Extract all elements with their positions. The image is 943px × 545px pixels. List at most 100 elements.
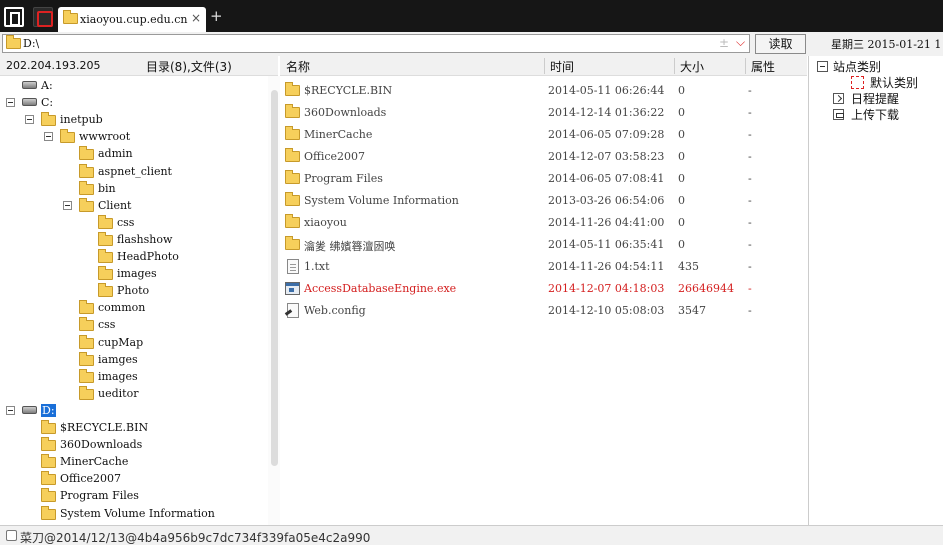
tab-active[interactable]: xiaoyou.cup.edu.cn × — [58, 7, 206, 32]
tree-node[interactable]: inetpub — [0, 112, 268, 129]
tree-node[interactable]: $RECYCLE.BIN — [0, 420, 268, 437]
collapse-icon[interactable] — [6, 405, 15, 415]
folder-icon — [41, 454, 56, 469]
column-name[interactable]: 名称 — [286, 58, 310, 75]
tree-node-label: D: — [41, 403, 56, 417]
drive-icon — [22, 98, 37, 107]
file-size: 0 — [678, 172, 685, 185]
file-row[interactable]: Web.config 2014-12-10 05:08:03 3547 - — [280, 299, 807, 321]
tree-node-label: cupMap — [98, 335, 144, 349]
file-row[interactable]: 1.txt 2014-11-26 04:54:11 435 - — [280, 255, 807, 277]
tree-node-label: admin — [98, 147, 133, 161]
tree-node[interactable]: css — [0, 214, 268, 232]
tree-node[interactable]: MinerCache — [0, 454, 268, 471]
tree-node[interactable]: bin — [0, 180, 268, 198]
folder-icon — [98, 249, 113, 263]
collapse-icon[interactable] — [44, 132, 53, 142]
tree-node[interactable]: wwwroot — [0, 129, 268, 146]
tree-node-label: aspnet_client — [98, 164, 172, 178]
collapse-icon[interactable] — [6, 98, 15, 108]
file-time: 2014-05-11 06:35:41 — [548, 238, 665, 251]
column-attributes[interactable]: 属性 — [751, 58, 775, 75]
left-info-header: 202.204.193.205 目录(8),文件(3) — [0, 56, 278, 76]
tree-node[interactable]: images — [0, 266, 268, 283]
path-input[interactable] — [23, 36, 703, 51]
tree-node[interactable]: css — [0, 317, 268, 334]
tree-node[interactable]: ueditor — [0, 385, 268, 403]
tree-node-label: System Volume Information — [60, 506, 215, 520]
read-button[interactable]: 读取 — [755, 34, 806, 54]
file-name: Web.config — [304, 304, 366, 317]
file-row[interactable]: AccessDatabaseEngine.exe 2014-12-07 04:18… — [280, 277, 807, 299]
tree-node-label: common — [98, 301, 146, 315]
folder-icon — [285, 214, 300, 228]
tree-node[interactable]: System Volume Information — [0, 505, 268, 523]
collapse-icon[interactable] — [817, 61, 828, 72]
date-display: 星期三 2015-01-21 1 — [831, 38, 942, 51]
tree-node[interactable]: common — [0, 300, 268, 317]
target-icon[interactable] — [33, 7, 53, 27]
tree-node[interactable]: flashshow — [0, 231, 268, 249]
close-icon[interactable]: × — [191, 11, 201, 25]
tree-node[interactable]: A: — [0, 78, 268, 95]
tree-node[interactable]: cupMap — [0, 334, 268, 352]
file-size: 0 — [678, 216, 685, 229]
folder-icon — [79, 317, 94, 332]
tree-node[interactable]: images — [0, 368, 268, 386]
scrollbar-thumb[interactable] — [271, 90, 278, 466]
tree-node[interactable]: Office2007 — [0, 471, 268, 488]
tree-node[interactable]: Program Files — [0, 488, 268, 505]
file-row[interactable]: 360Downloads 2014-12-14 01:36:22 0 - — [280, 101, 807, 123]
tree-node[interactable]: Client — [0, 197, 268, 215]
file-row[interactable]: Program Files 2014-06-05 07:08:41 0 - — [280, 167, 807, 189]
tree-node-label: Client — [98, 198, 132, 212]
tree-node[interactable]: iamges — [0, 351, 268, 369]
collapse-icon[interactable] — [25, 115, 34, 125]
file-attributes: - — [748, 238, 752, 251]
app-logo-icon[interactable] — [4, 7, 24, 27]
tree-node-label: inetpub — [60, 113, 103, 127]
column-time[interactable]: 时间 — [550, 58, 574, 75]
column-divider[interactable] — [745, 58, 746, 74]
executable-icon — [285, 282, 300, 295]
plus-minus-icon[interactable]: ± — [719, 36, 729, 50]
file-name: $RECYCLE.BIN — [304, 84, 393, 97]
tab-title: xiaoyou.cup.edu.cn — [80, 13, 188, 26]
tree-node-label: HeadPhoto — [117, 250, 179, 263]
tree-node[interactable]: C: — [0, 95, 268, 112]
file-row[interactable]: Office2007 2014-12-07 03:58:23 0 - — [280, 145, 807, 167]
tree-node[interactable]: Photo — [0, 283, 268, 300]
tree-node-label: $RECYCLE.BIN — [60, 421, 149, 434]
file-size: 0 — [678, 194, 685, 207]
column-divider[interactable] — [544, 58, 545, 74]
collapse-icon[interactable] — [63, 200, 72, 210]
folder-icon — [60, 129, 75, 144]
tree-node[interactable]: admin — [0, 146, 268, 163]
address-field[interactable]: ± ⌵ — [2, 34, 750, 53]
column-divider[interactable] — [674, 58, 675, 74]
file-row[interactable]: System Volume Information 2013-03-26 06:5… — [280, 189, 807, 211]
folder-icon — [41, 420, 56, 434]
file-time: 2014-12-07 03:58:23 — [548, 150, 665, 163]
file-row[interactable]: 瀹夎 绋嬪簭澶囦唤 2014-05-11 06:35:41 0 - — [280, 233, 807, 255]
tree-scrollbar[interactable] — [268, 76, 280, 525]
tree-node-label: Office2007 — [60, 472, 122, 486]
tree-node[interactable]: HeadPhoto — [0, 249, 268, 266]
new-tab-button[interactable]: + — [210, 7, 223, 25]
tree-node[interactable]: aspnet_client — [0, 163, 268, 181]
drive-icon — [22, 81, 37, 89]
file-list: $RECYCLE.BIN 2014-05-11 06:26:44 0-360Down… — [280, 76, 807, 525]
file-attributes: - — [748, 128, 752, 141]
transfer-icon — [833, 109, 844, 120]
file-attributes: - — [748, 106, 752, 119]
column-size[interactable]: 大小 — [680, 58, 704, 75]
tree-node[interactable]: 360Downloads — [0, 437, 268, 454]
site-category-label: 站点类别 — [833, 60, 882, 74]
file-size: 0 — [678, 150, 685, 163]
file-row[interactable]: MinerCache 2014-06-05 07:09:28 0 - — [280, 123, 807, 145]
tree-node[interactable]: D: — [0, 403, 268, 420]
status-icon — [6, 530, 17, 541]
file-row[interactable]: $RECYCLE.BIN 2014-05-11 06:26:44 0 - — [280, 79, 807, 101]
file-row[interactable]: xiaoyou 2014-11-26 04:41:00 0 - — [280, 211, 807, 233]
chevron-down-icon[interactable]: ⌵ — [736, 35, 745, 50]
